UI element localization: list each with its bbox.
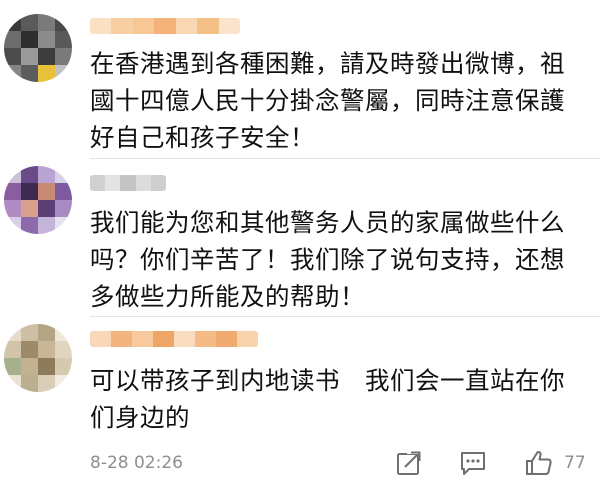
comment-line: 可以带孩子到内地读书 我们会一直站在你 xyxy=(90,366,565,395)
username-blurred[interactable] xyxy=(90,18,240,34)
comment-text: 在香港遇到各種困難，請及時發出微博，祖 國十四億人民十分掛念警屬，同時注意保護 … xyxy=(90,45,590,156)
username-blurred[interactable] xyxy=(90,331,258,347)
divider xyxy=(90,158,600,159)
avatar[interactable] xyxy=(4,14,72,82)
comment-line: 吗？你们辛苦了！我们除了说句支持，还想 xyxy=(90,245,565,274)
comment-line: 好自己和孩子安全！ xyxy=(90,123,315,152)
avatar[interactable] xyxy=(4,324,72,392)
comment-line: 们身边的 xyxy=(90,403,190,432)
share-icon[interactable] xyxy=(394,448,424,478)
comment-icon[interactable] xyxy=(458,448,488,478)
comment-line: 多做些力所能及的帮助！ xyxy=(90,282,365,311)
comment-line: 我们能为您和其他警务人员的家属做些什么 xyxy=(90,208,565,237)
timestamp: 8-28 02:26 xyxy=(90,453,183,473)
avatar[interactable] xyxy=(4,166,72,234)
comment-line: 在香港遇到各種困難，請及時發出微博，祖 xyxy=(90,49,565,78)
like-count: 77 xyxy=(564,453,586,473)
comment-text: 可以带孩子到内地读书 我们会一直站在你 们身边的 xyxy=(90,362,590,436)
comment-line: 國十四億人民十分掛念警屬，同時注意保護 xyxy=(90,86,565,115)
comment-text: 我们能为您和其他警务人员的家属做些什么 吗？你们辛苦了！我们除了说句支持，还想 … xyxy=(90,204,590,315)
thumbs-up-icon[interactable] xyxy=(524,448,554,478)
username-blurred[interactable] xyxy=(90,175,166,191)
divider xyxy=(90,316,600,317)
